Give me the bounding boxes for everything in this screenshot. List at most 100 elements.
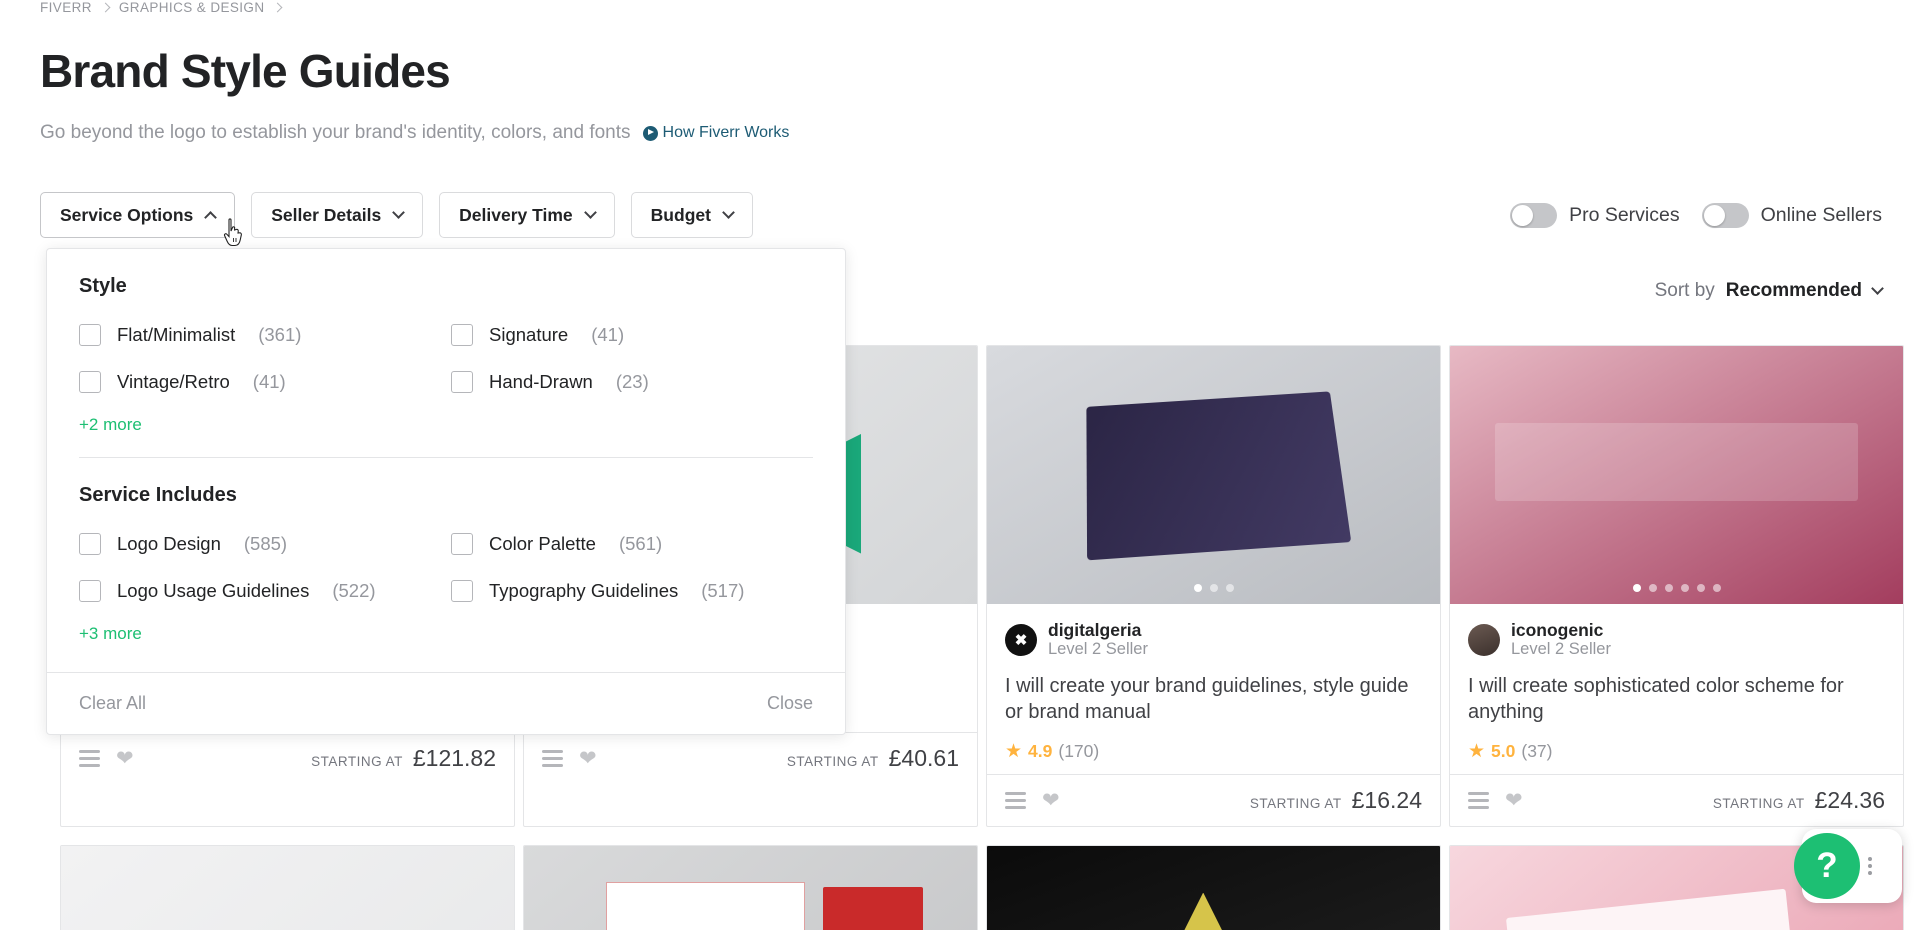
- gig-card[interactable]: iconogenic Level 2 Seller I will create …: [1449, 345, 1904, 828]
- gig-thumbnail[interactable]: [987, 346, 1440, 604]
- gig-thumbnail[interactable]: [524, 846, 977, 930]
- rating-count: (170): [1058, 741, 1100, 762]
- breadcrumb-item-fiverr[interactable]: FIVERR: [40, 0, 92, 15]
- style-more-link[interactable]: +2 more: [79, 415, 142, 435]
- carousel-dot[interactable]: [1712, 584, 1721, 592]
- checkbox-label: Logo Usage Guidelines: [117, 580, 310, 601]
- checkbox-box[interactable]: [79, 533, 101, 555]
- seller-name: iconogenic: [1511, 620, 1604, 640]
- compare-icon[interactable]: [79, 750, 100, 767]
- checkbox-count: (23): [615, 371, 649, 392]
- help-question-icon[interactable]: ?: [1794, 833, 1860, 899]
- carousel-dot[interactable]: [1680, 584, 1689, 592]
- page-subtitle: Go beyond the logo to establish your bra…: [40, 122, 631, 143]
- breadcrumb-item-graphics-design[interactable]: GRAPHICS & DESIGN: [119, 0, 265, 15]
- close-button[interactable]: Close: [767, 693, 813, 714]
- carousel-dot[interactable]: [1193, 584, 1202, 592]
- section-heading-service-includes: Service Includes: [79, 484, 237, 506]
- gig-thumbnail[interactable]: [61, 846, 514, 930]
- filter-service-options[interactable]: Service Options: [40, 192, 236, 238]
- checkbox-label: Flat/Minimalist: [117, 324, 236, 345]
- checkbox-box[interactable]: [451, 371, 473, 393]
- chevron-down-icon: [392, 205, 406, 219]
- gig-title[interactable]: I will create your brand guidelines, sty…: [1005, 673, 1422, 727]
- checkbox-box[interactable]: [79, 324, 101, 346]
- checkbox-signature[interactable]: Signature (41): [451, 324, 813, 346]
- checkbox-flat-minimalist[interactable]: Flat/Minimalist (361): [79, 324, 441, 346]
- section-heading-style: Style: [79, 275, 127, 297]
- price-value: £121.82: [412, 745, 496, 771]
- page-title: Brand Style Guides: [40, 45, 451, 97]
- gig-card[interactable]: ✖ digitalgeria Level 2 Seller I will cre…: [986, 345, 1441, 828]
- checkbox-box[interactable]: [451, 324, 473, 346]
- seller-row[interactable]: iconogenic Level 2 Seller: [1468, 620, 1885, 659]
- carousel-dot[interactable]: [1225, 584, 1234, 592]
- heart-icon[interactable]: ❤: [1505, 790, 1523, 811]
- avatar: [1468, 623, 1500, 656]
- gig-thumbnail[interactable]: [1450, 346, 1903, 604]
- checkbox-box[interactable]: [79, 580, 101, 602]
- page-root: FIVERR GRAPHICS & DESIGN Brand Style Gui…: [0, 0, 1920, 930]
- price-value: £24.36: [1814, 787, 1885, 814]
- gig-card[interactable]: [986, 845, 1441, 930]
- toggle-online-sellers[interactable]: Online Sellers: [1701, 202, 1882, 228]
- chevron-down-icon: [583, 205, 597, 219]
- heart-icon[interactable]: ❤: [1042, 790, 1060, 811]
- gig-card-footer: ❤ STARTING AT £24.36: [1450, 774, 1903, 826]
- help-widget: ?: [1794, 829, 1902, 903]
- checkbox-count: (41): [252, 371, 286, 392]
- toggle-pro-services[interactable]: Pro Services: [1510, 202, 1680, 228]
- star-icon: ★: [1468, 741, 1486, 763]
- checkbox-label: Vintage/Retro: [117, 371, 230, 392]
- online-sellers-switch[interactable]: [1701, 202, 1749, 228]
- gig-title[interactable]: I will create sophisticated color scheme…: [1468, 673, 1885, 727]
- subtitle-row: Go beyond the logo to establish your bra…: [40, 122, 789, 144]
- gig-card-footer: ❤ STARTING AT £16.24: [987, 774, 1440, 826]
- carousel-dot[interactable]: [1696, 584, 1705, 592]
- checkbox-logo-usage-guidelines[interactable]: Logo Usage Guidelines (522): [79, 580, 441, 602]
- breadcrumb: FIVERR GRAPHICS & DESIGN: [40, 0, 283, 15]
- service-includes-more-link[interactable]: +3 more: [79, 624, 142, 644]
- carousel-dot[interactable]: [1648, 584, 1657, 592]
- how-fiverr-works-link[interactable]: How Fiverr Works: [642, 124, 789, 142]
- compare-icon[interactable]: [1468, 792, 1489, 810]
- seller-name: digitalgeria: [1048, 620, 1142, 640]
- heart-icon[interactable]: ❤: [116, 748, 134, 769]
- checkbox-vintage-retro[interactable]: Vintage/Retro (41): [79, 371, 441, 393]
- checkbox-hand-drawn[interactable]: Hand-Drawn (23): [451, 371, 813, 393]
- carousel-dot[interactable]: [1664, 584, 1673, 592]
- filter-seller-details[interactable]: Seller Details: [251, 192, 424, 238]
- carousel-dots: [1632, 584, 1721, 592]
- gig-card[interactable]: [523, 845, 978, 930]
- compare-icon[interactable]: [1005, 792, 1026, 810]
- checkbox-box[interactable]: [79, 371, 101, 393]
- rating-value: 5.0: [1491, 741, 1516, 762]
- service-options-dropdown: Style Flat/Minimalist (361) Signature (4…: [46, 248, 846, 735]
- checkbox-typography-guidelines[interactable]: Typography Guidelines (517): [451, 580, 813, 602]
- compare-icon[interactable]: [542, 750, 563, 767]
- filter-service-options-label: Service Options: [60, 204, 194, 225]
- kebab-menu-icon[interactable]: [1868, 857, 1872, 875]
- filter-budget[interactable]: Budget: [630, 192, 753, 238]
- gig-thumbnail[interactable]: [987, 846, 1440, 930]
- checkbox-color-palette[interactable]: Color Palette (561): [451, 533, 813, 555]
- price-label: STARTING AT: [1249, 796, 1342, 812]
- heart-icon[interactable]: ❤: [579, 748, 597, 769]
- checkbox-box[interactable]: [451, 533, 473, 555]
- seller-row[interactable]: ✖ digitalgeria Level 2 Seller: [1005, 620, 1422, 659]
- checkbox-count: (522): [332, 580, 376, 601]
- sort-by-control[interactable]: Sort by Recommended: [1655, 280, 1884, 302]
- gig-card-body: iconogenic Level 2 Seller I will create …: [1450, 604, 1903, 762]
- carousel-dot[interactable]: [1209, 584, 1218, 592]
- filter-delivery-time[interactable]: Delivery Time: [439, 192, 615, 238]
- chevron-right-icon: [273, 2, 283, 13]
- gig-card-footer: ❤ STARTING AT £40.61: [524, 732, 977, 784]
- price-label: STARTING AT: [786, 754, 879, 769]
- carousel-dot[interactable]: [1632, 584, 1641, 592]
- clear-all-button[interactable]: Clear All: [79, 693, 146, 714]
- card-actions: ❤: [1005, 790, 1060, 811]
- checkbox-box[interactable]: [451, 580, 473, 602]
- pro-services-switch[interactable]: [1510, 202, 1558, 228]
- gig-card[interactable]: [60, 845, 515, 930]
- checkbox-logo-design[interactable]: Logo Design (585): [79, 533, 441, 555]
